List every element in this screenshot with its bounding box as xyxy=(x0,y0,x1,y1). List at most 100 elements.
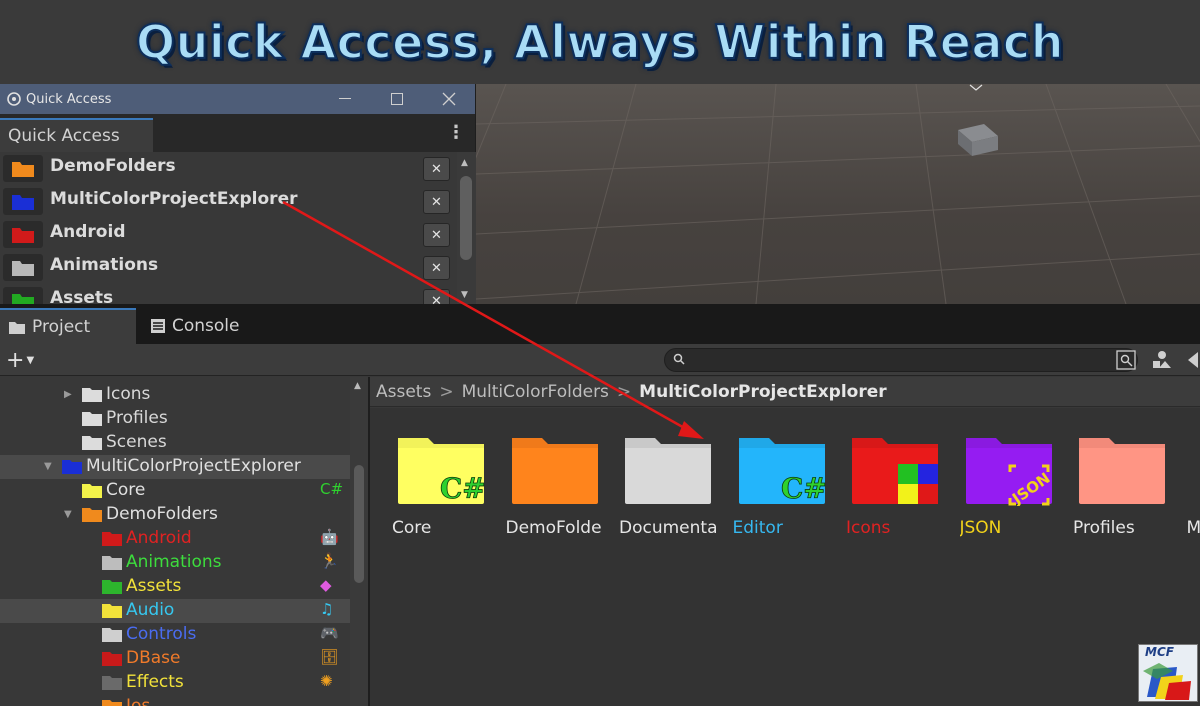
quick-access-item[interactable]: Android ✕ xyxy=(0,218,456,251)
project-window: Project Console + ▼ Ios Effects ✺ DBase 🗄 Cont… xyxy=(0,304,1200,706)
tree-item[interactable]: Assets ◆ xyxy=(0,575,350,599)
remove-item-button[interactable]: ✕ xyxy=(423,190,450,214)
tab-quick-access[interactable]: Quick Access xyxy=(0,118,153,152)
close-icon: ✕ xyxy=(431,293,442,305)
search-by-type-icon[interactable] xyxy=(1116,350,1136,370)
tab-console[interactable]: Console xyxy=(150,308,270,344)
large-folder-icon: JSON xyxy=(965,438,1053,506)
tree-item[interactable]: DBase 🗄 xyxy=(0,647,350,671)
breadcrumb-separator: > xyxy=(439,381,454,402)
close-icon: ✕ xyxy=(431,260,442,276)
banner-title: Quick Access, Always Within Reach xyxy=(135,14,1064,70)
project-tabbar: Project Console xyxy=(0,304,1200,344)
folder-badge-icon: ✺ xyxy=(320,672,333,690)
remove-item-button[interactable]: ✕ xyxy=(423,256,450,280)
tree-scrollbar[interactable]: ▲ xyxy=(350,377,368,706)
scroll-down-icon[interactable]: ▼ xyxy=(461,290,468,300)
qa-titlebar[interactable]: Quick Access xyxy=(0,84,475,114)
more-options-icon[interactable]: ⋮ xyxy=(447,122,465,143)
chevron-left-icon[interactable] xyxy=(1186,350,1200,370)
scene-gizmo-icon xyxy=(969,84,983,91)
folder-icon xyxy=(12,260,34,276)
tree-item-label: Core xyxy=(106,480,146,500)
remove-item-button[interactable]: ✕ xyxy=(423,289,450,304)
folder-icon xyxy=(82,436,102,450)
tab-project[interactable]: Project xyxy=(0,308,136,344)
search-input[interactable] xyxy=(689,351,1109,369)
svg-text:C#: C# xyxy=(781,472,827,505)
asset-tile-label: Core xyxy=(392,518,432,538)
tree-item-label: Icons xyxy=(106,384,151,404)
search-field[interactable] xyxy=(664,348,1138,372)
cube-gameobject[interactable] xyxy=(954,120,1002,160)
tree-item[interactable]: Scenes xyxy=(0,431,350,455)
quick-access-item[interactable]: MultiColorProjectExplorer ✕ xyxy=(0,185,456,218)
quick-access-item[interactable]: Assets ✕ xyxy=(0,284,456,304)
folder-thumbnail xyxy=(3,221,43,248)
asset-tile-label: M xyxy=(1186,518,1200,538)
asset-tile[interactable]: Icons xyxy=(840,428,950,548)
folder-icon xyxy=(102,532,122,546)
asset-tile[interactable]: DemoFolde xyxy=(500,428,610,548)
scene-view[interactable] xyxy=(476,84,1200,304)
quick-access-item-label: Android xyxy=(50,222,126,242)
asset-tile[interactable]: C# Editor xyxy=(727,428,837,548)
expand-arrow-icon[interactable]: ▼ xyxy=(64,509,72,520)
qa-scroll-thumb[interactable] xyxy=(460,176,472,260)
asset-tile-label: Icons xyxy=(846,518,891,538)
filter-by-label-icon[interactable] xyxy=(1152,350,1172,370)
close-icon: ✕ xyxy=(431,161,442,177)
tree-item[interactable]: Core C# xyxy=(0,479,350,503)
expand-arrow-icon[interactable]: ▼ xyxy=(44,461,52,472)
tree-item[interactable]: ▼ MultiColorProjectExplorer xyxy=(0,455,350,479)
tree-item-label: DemoFolders xyxy=(106,504,218,524)
create-button[interactable]: + ▼ xyxy=(6,348,34,373)
tree-item[interactable]: Controls 🎮 xyxy=(0,623,350,647)
maximize-button[interactable] xyxy=(371,84,423,114)
quick-access-item-label: Assets xyxy=(50,288,114,304)
quick-access-item-label: Animations xyxy=(50,255,159,275)
tree-item[interactable]: Android 🤖 xyxy=(0,527,350,551)
quick-access-item-label: MultiColorProjectExplorer xyxy=(50,189,298,209)
svg-text:C#: C# xyxy=(440,472,486,505)
scroll-up-icon[interactable]: ▲ xyxy=(461,158,468,168)
tree-item[interactable]: Audio ♫ xyxy=(0,599,350,623)
quick-access-item[interactable]: DemoFolders ✕ xyxy=(0,152,456,185)
breadcrumb-item[interactable]: MultiColorProjectExplorer xyxy=(639,382,886,402)
tree-item[interactable]: Ios xyxy=(0,695,350,706)
tree-item[interactable]: ▼ DemoFolders xyxy=(0,503,350,527)
asset-tile[interactable]: Documenta xyxy=(613,428,723,548)
tree-item[interactable]: ▶ Icons xyxy=(0,383,350,407)
folder-badge-icon: ◆ xyxy=(320,576,332,594)
folder-icon xyxy=(12,227,34,243)
close-window-button[interactable] xyxy=(423,84,475,114)
folder-icon xyxy=(102,700,122,706)
minimize-button[interactable] xyxy=(319,84,371,114)
asset-tile[interactable]: M xyxy=(1181,428,1200,548)
remove-item-button[interactable]: ✕ xyxy=(423,223,450,247)
qa-tabbar: Quick Access ⋮ xyxy=(0,114,475,152)
folder-icon xyxy=(102,628,122,642)
folder-tree: Ios Effects ✺ DBase 🗄 Controls 🎮 Audio ♫ Assets ◆ A… xyxy=(0,377,368,706)
quick-access-item[interactable]: Animations ✕ xyxy=(0,251,456,284)
tree-item[interactable]: Animations 🏃 xyxy=(0,551,350,575)
qa-scrollbar[interactable]: ▲ ▼ xyxy=(457,152,476,304)
expand-arrow-icon[interactable]: ▶ xyxy=(64,389,72,400)
tree-item-label: Effects xyxy=(126,672,184,692)
breadcrumb-item[interactable]: MultiColorFolders xyxy=(462,382,609,402)
folder-thumbnail xyxy=(3,188,43,215)
folder-icon xyxy=(12,194,34,210)
folder-icon xyxy=(8,320,26,335)
folder-badge-icon: 🗄 xyxy=(320,648,340,666)
tree-scroll-thumb[interactable] xyxy=(354,465,364,583)
tree-item[interactable]: Effects ✺ xyxy=(0,671,350,695)
asset-tile[interactable]: Profiles xyxy=(1067,428,1177,548)
asset-tile[interactable]: JSON JSON xyxy=(954,428,1064,548)
tree-item[interactable]: Profiles xyxy=(0,407,350,431)
breadcrumb-item[interactable]: Assets xyxy=(376,382,431,402)
tree-item-label: Profiles xyxy=(106,408,168,428)
asset-tile[interactable]: C# Core xyxy=(386,428,496,548)
mcf-logo: MCF xyxy=(1138,644,1198,702)
tree-scroll-up-icon[interactable]: ▲ xyxy=(354,381,361,391)
remove-item-button[interactable]: ✕ xyxy=(423,157,450,181)
